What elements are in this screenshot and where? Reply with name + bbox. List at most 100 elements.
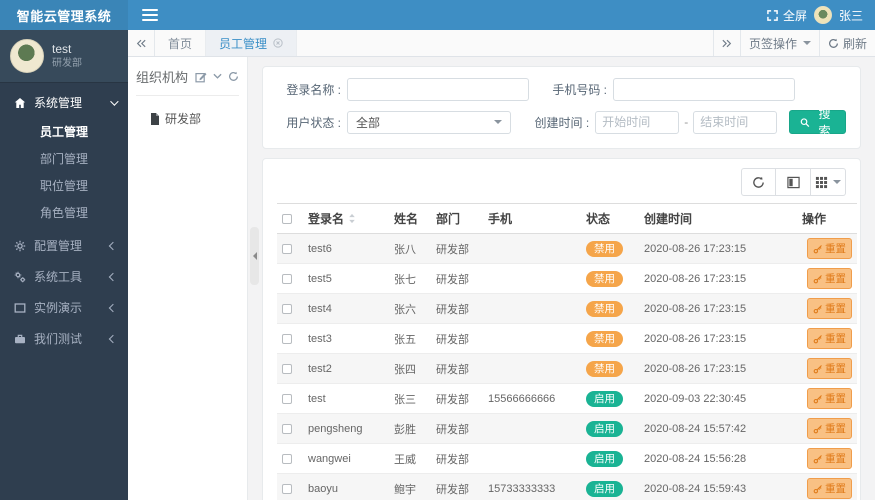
key-icon (813, 424, 822, 433)
cogs-icon (14, 271, 26, 282)
tab-employee-management[interactable]: 员工管理 (206, 30, 298, 56)
tab-operations-dropdown[interactable]: 页签操作 (739, 30, 819, 56)
file-icon (151, 112, 159, 125)
sidebar-item-system-management[interactable]: 系统管理 (0, 87, 128, 118)
submenu-system-management: 员工管理 部门管理 职位管理 角色管理 (0, 118, 128, 230)
refresh-tree-icon[interactable] (228, 71, 239, 82)
user-avatar[interactable] (10, 39, 44, 73)
reset-password-button[interactable]: 重置 (807, 418, 852, 439)
phone-label: 手机号码 : (552, 83, 607, 97)
sidebar-item-position-management[interactable]: 职位管理 (0, 172, 128, 199)
table-row: test5 张七 研发部 禁用 2020-08-26 17:23:15 重置 (277, 263, 857, 294)
cell-name: 王威 (389, 443, 431, 474)
chevron-left-icon (108, 303, 118, 312)
row-checkbox[interactable] (282, 453, 292, 464)
phone-input[interactable] (613, 78, 795, 101)
reset-password-button[interactable]: 重置 (807, 298, 852, 319)
chevron-left-icon (108, 272, 118, 281)
cell-created: 2020-08-26 17:23:15 (639, 293, 797, 324)
tab-home[interactable]: 首页 (155, 30, 207, 56)
tabs-scroll-right-button[interactable] (712, 30, 740, 56)
tab-refresh-button[interactable]: 刷新 (818, 30, 875, 56)
reset-password-button[interactable]: 重置 (807, 268, 852, 289)
reset-password-button[interactable]: 重置 (807, 478, 852, 499)
reset-password-button[interactable]: 重置 (807, 238, 852, 259)
cell-phone (483, 443, 581, 474)
fullscreen-button[interactable]: 全屏 (767, 7, 807, 24)
row-checkbox[interactable] (282, 303, 292, 314)
key-icon (813, 484, 822, 493)
col-action: 操作 (797, 203, 857, 234)
search-panel: 登录名称 : 手机号码 : 用户状态 : 全部 创建时间 : - (262, 66, 861, 149)
sidebar-item-employee-management[interactable]: 员工管理 (0, 118, 128, 145)
key-icon (813, 334, 822, 343)
key-icon (813, 244, 822, 253)
search-button[interactable]: 搜索 (789, 107, 846, 138)
cell-created: 2020-08-24 15:56:28 (639, 443, 797, 474)
columns-dropdown-button[interactable] (811, 168, 846, 196)
reset-password-button[interactable]: 重置 (807, 448, 852, 469)
sidebar-item-role-management[interactable]: 角色管理 (0, 199, 128, 226)
cell-login: test5 (303, 263, 389, 294)
panel-collapse-handle[interactable] (250, 227, 259, 285)
cell-login: test6 (303, 233, 389, 264)
window-icon (14, 302, 26, 313)
row-checkbox[interactable] (282, 243, 292, 254)
collapse-tree-icon[interactable] (213, 73, 222, 80)
cell-name: 张三 (389, 383, 431, 414)
table-header-row: 登录名 姓名 部门 手机 状态 创建时间 操作 (277, 203, 857, 234)
row-checkbox[interactable] (282, 333, 292, 344)
search-icon (800, 117, 810, 127)
tabs-scroll-left-button[interactable] (128, 30, 155, 56)
tree-node-rd-department[interactable]: 研发部 (136, 96, 239, 127)
sidebar-item-demo[interactable]: 实例演示 (0, 292, 128, 323)
double-chevron-right-icon (722, 39, 732, 47)
table-body: test6 张八 研发部 禁用 2020-08-26 17:23:15 重置 test5 张七… (277, 233, 857, 500)
sidebar-toggle-icon[interactable] (142, 6, 158, 24)
expand-icon (767, 9, 778, 21)
end-time-input[interactable] (693, 110, 778, 134)
sidebar-item-our-test[interactable]: 我们测试 (0, 323, 128, 354)
sidebar-item-config-management[interactable]: 配置管理 (0, 230, 128, 261)
row-checkbox[interactable] (282, 483, 292, 494)
user-status-select[interactable]: 全部 (347, 110, 512, 134)
user-menu[interactable]: 张三 (839, 7, 863, 24)
sidebar-item-department-management[interactable]: 部门管理 (0, 145, 128, 172)
sort-icon[interactable] (348, 213, 356, 224)
status-badge: 启用 (586, 450, 623, 467)
cell-name: 张六 (389, 293, 431, 324)
status-badge: 禁用 (586, 360, 623, 377)
navbar-avatar[interactable] (813, 6, 832, 24)
cell-phone: 15566666666 (483, 383, 581, 414)
cell-phone (483, 353, 581, 384)
range-separator: - (684, 115, 689, 129)
col-name: 姓名 (389, 203, 431, 234)
row-checkbox[interactable] (282, 393, 292, 404)
reset-password-button[interactable]: 重置 (807, 388, 852, 409)
reset-password-button[interactable]: 重置 (807, 328, 852, 349)
row-checkbox[interactable] (282, 363, 292, 374)
close-icon[interactable] (273, 38, 283, 48)
refresh-icon (829, 38, 838, 48)
edit-icon[interactable] (195, 71, 207, 83)
cell-login: wangwei (303, 443, 389, 474)
user-name: test (52, 42, 72, 56)
refresh-table-button[interactable] (741, 168, 776, 196)
select-all-checkbox[interactable] (282, 214, 292, 225)
reset-password-button[interactable]: 重置 (807, 358, 852, 379)
card-view-icon (786, 176, 800, 188)
start-time-input[interactable] (595, 110, 680, 134)
top-navbar: 智能云管理系统 全屏 张三 (0, 0, 875, 30)
chevron-down-icon (110, 96, 119, 106)
status-badge: 禁用 (586, 270, 623, 287)
row-checkbox[interactable] (282, 423, 292, 434)
login-name-input[interactable] (347, 78, 529, 101)
row-checkbox[interactable] (282, 273, 292, 284)
cell-created: 2020-08-26 17:23:15 (639, 323, 797, 354)
card-view-toggle-button[interactable] (776, 168, 811, 196)
sidebar-item-system-tools[interactable]: 系统工具 (0, 261, 128, 292)
cell-dept: 研发部 (431, 233, 483, 264)
sidebar-menu: 系统管理 员工管理 部门管理 职位管理 角色管理 配置管理 系统工具 实例演示 … (0, 83, 128, 354)
cell-dept: 研发部 (431, 473, 483, 500)
cell-dept: 研发部 (431, 293, 483, 324)
